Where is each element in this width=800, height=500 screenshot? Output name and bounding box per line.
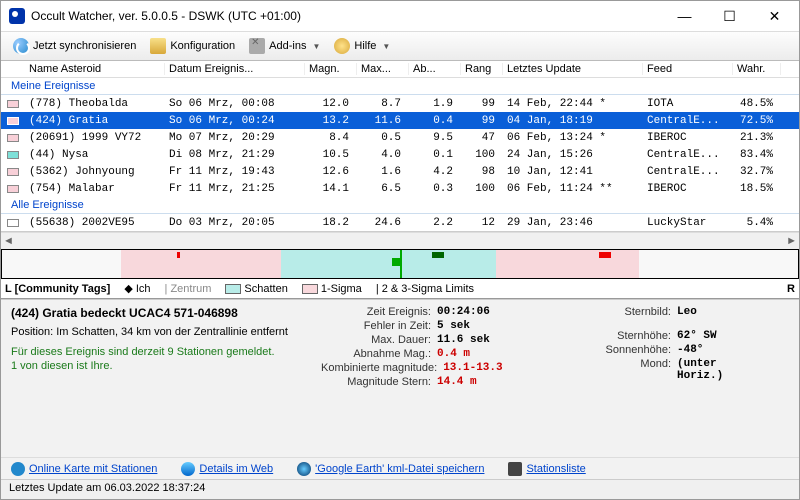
earth-icon [297, 462, 311, 476]
ge-link[interactable]: 'Google Earth' kml-Datei speichern [297, 462, 484, 476]
h-scrollbar[interactable]: ◄► [1, 232, 799, 249]
list-link[interactable]: Stationsliste [508, 462, 585, 476]
list-icon [508, 462, 522, 476]
table-row[interactable]: (44) NysaDi 08 Mrz, 21:2910.54.00.110024… [1, 146, 799, 163]
sync-button[interactable]: Jetzt synchronisieren [7, 34, 142, 58]
table-row[interactable]: (424) GratiaSo 06 Mrz, 00:2413.211.60.49… [1, 112, 799, 129]
table-row[interactable]: (20691) 1999 VY72Mo 07 Mrz, 20:298.40.59… [1, 129, 799, 146]
details-panel: (424) Gratia bedeckt UCAC4 571-046898 Po… [1, 299, 799, 457]
ie-icon [181, 462, 195, 476]
chevron-down-icon: ▼ [382, 42, 390, 51]
minimize-button[interactable]: — [662, 2, 707, 30]
sync-icon [13, 38, 29, 54]
section-header: Alle Ereignisse [1, 197, 799, 214]
section-header: Meine Ereignisse [1, 78, 799, 95]
legend: L [Community Tags] ◆ Ich | Zentrum Schat… [1, 279, 799, 299]
web-link[interactable]: Details im Web [181, 462, 273, 476]
help-button[interactable]: Hilfe▼ [328, 34, 396, 58]
detail-position: Position: Im Schatten, 34 km von der Zen… [11, 326, 311, 338]
table-row[interactable]: (55638) 2002VE95Do 03 Mrz, 20:0518.224.6… [1, 214, 799, 231]
table-row[interactable]: (754) MalabarFr 11 Mrz, 21:2514.16.50.31… [1, 180, 799, 197]
chevron-down-icon: ▼ [312, 42, 320, 51]
detail-title: (424) Gratia bedeckt UCAC4 571-046898 [11, 306, 311, 320]
events-table: Name AsteroidDatum Ereignis... Magn.Max.… [1, 61, 799, 232]
maximize-button[interactable]: ☐ [707, 2, 752, 30]
table-row[interactable]: (778) TheobaldaSo 06 Mrz, 00:0812.08.71.… [1, 95, 799, 112]
window-title: Occult Watcher, ver. 5.0.0.5 - DSWK (UTC… [31, 9, 662, 23]
config-button[interactable]: Konfiguration [144, 34, 241, 58]
app-icon [9, 8, 25, 24]
toolbar: Jetzt synchronisieren Konfiguration Add-… [1, 31, 799, 61]
globe-icon [11, 462, 25, 476]
table-header[interactable]: Name AsteroidDatum Ereignis... Magn.Max.… [1, 61, 799, 78]
titlebar: Occult Watcher, ver. 5.0.0.5 - DSWK (UTC… [1, 1, 799, 31]
help-icon [334, 38, 350, 54]
addins-icon [249, 38, 265, 54]
table-row[interactable]: (5362) JohnyoungFr 11 Mrz, 19:4312.61.64… [1, 163, 799, 180]
timeline[interactable] [1, 249, 799, 279]
config-icon [150, 38, 166, 54]
close-button[interactable]: ✕ [752, 2, 797, 30]
status-bar: Letztes Update am 06.03.2022 18:37:24 [1, 479, 799, 499]
detail-stations: Für dieses Ereignis sind derzeit 9 Stati… [11, 346, 311, 358]
addins-button[interactable]: Add-ins▼ [243, 34, 326, 58]
links-bar: Online Karte mit Stationen Details im We… [1, 457, 799, 479]
map-link[interactable]: Online Karte mit Stationen [11, 462, 157, 476]
